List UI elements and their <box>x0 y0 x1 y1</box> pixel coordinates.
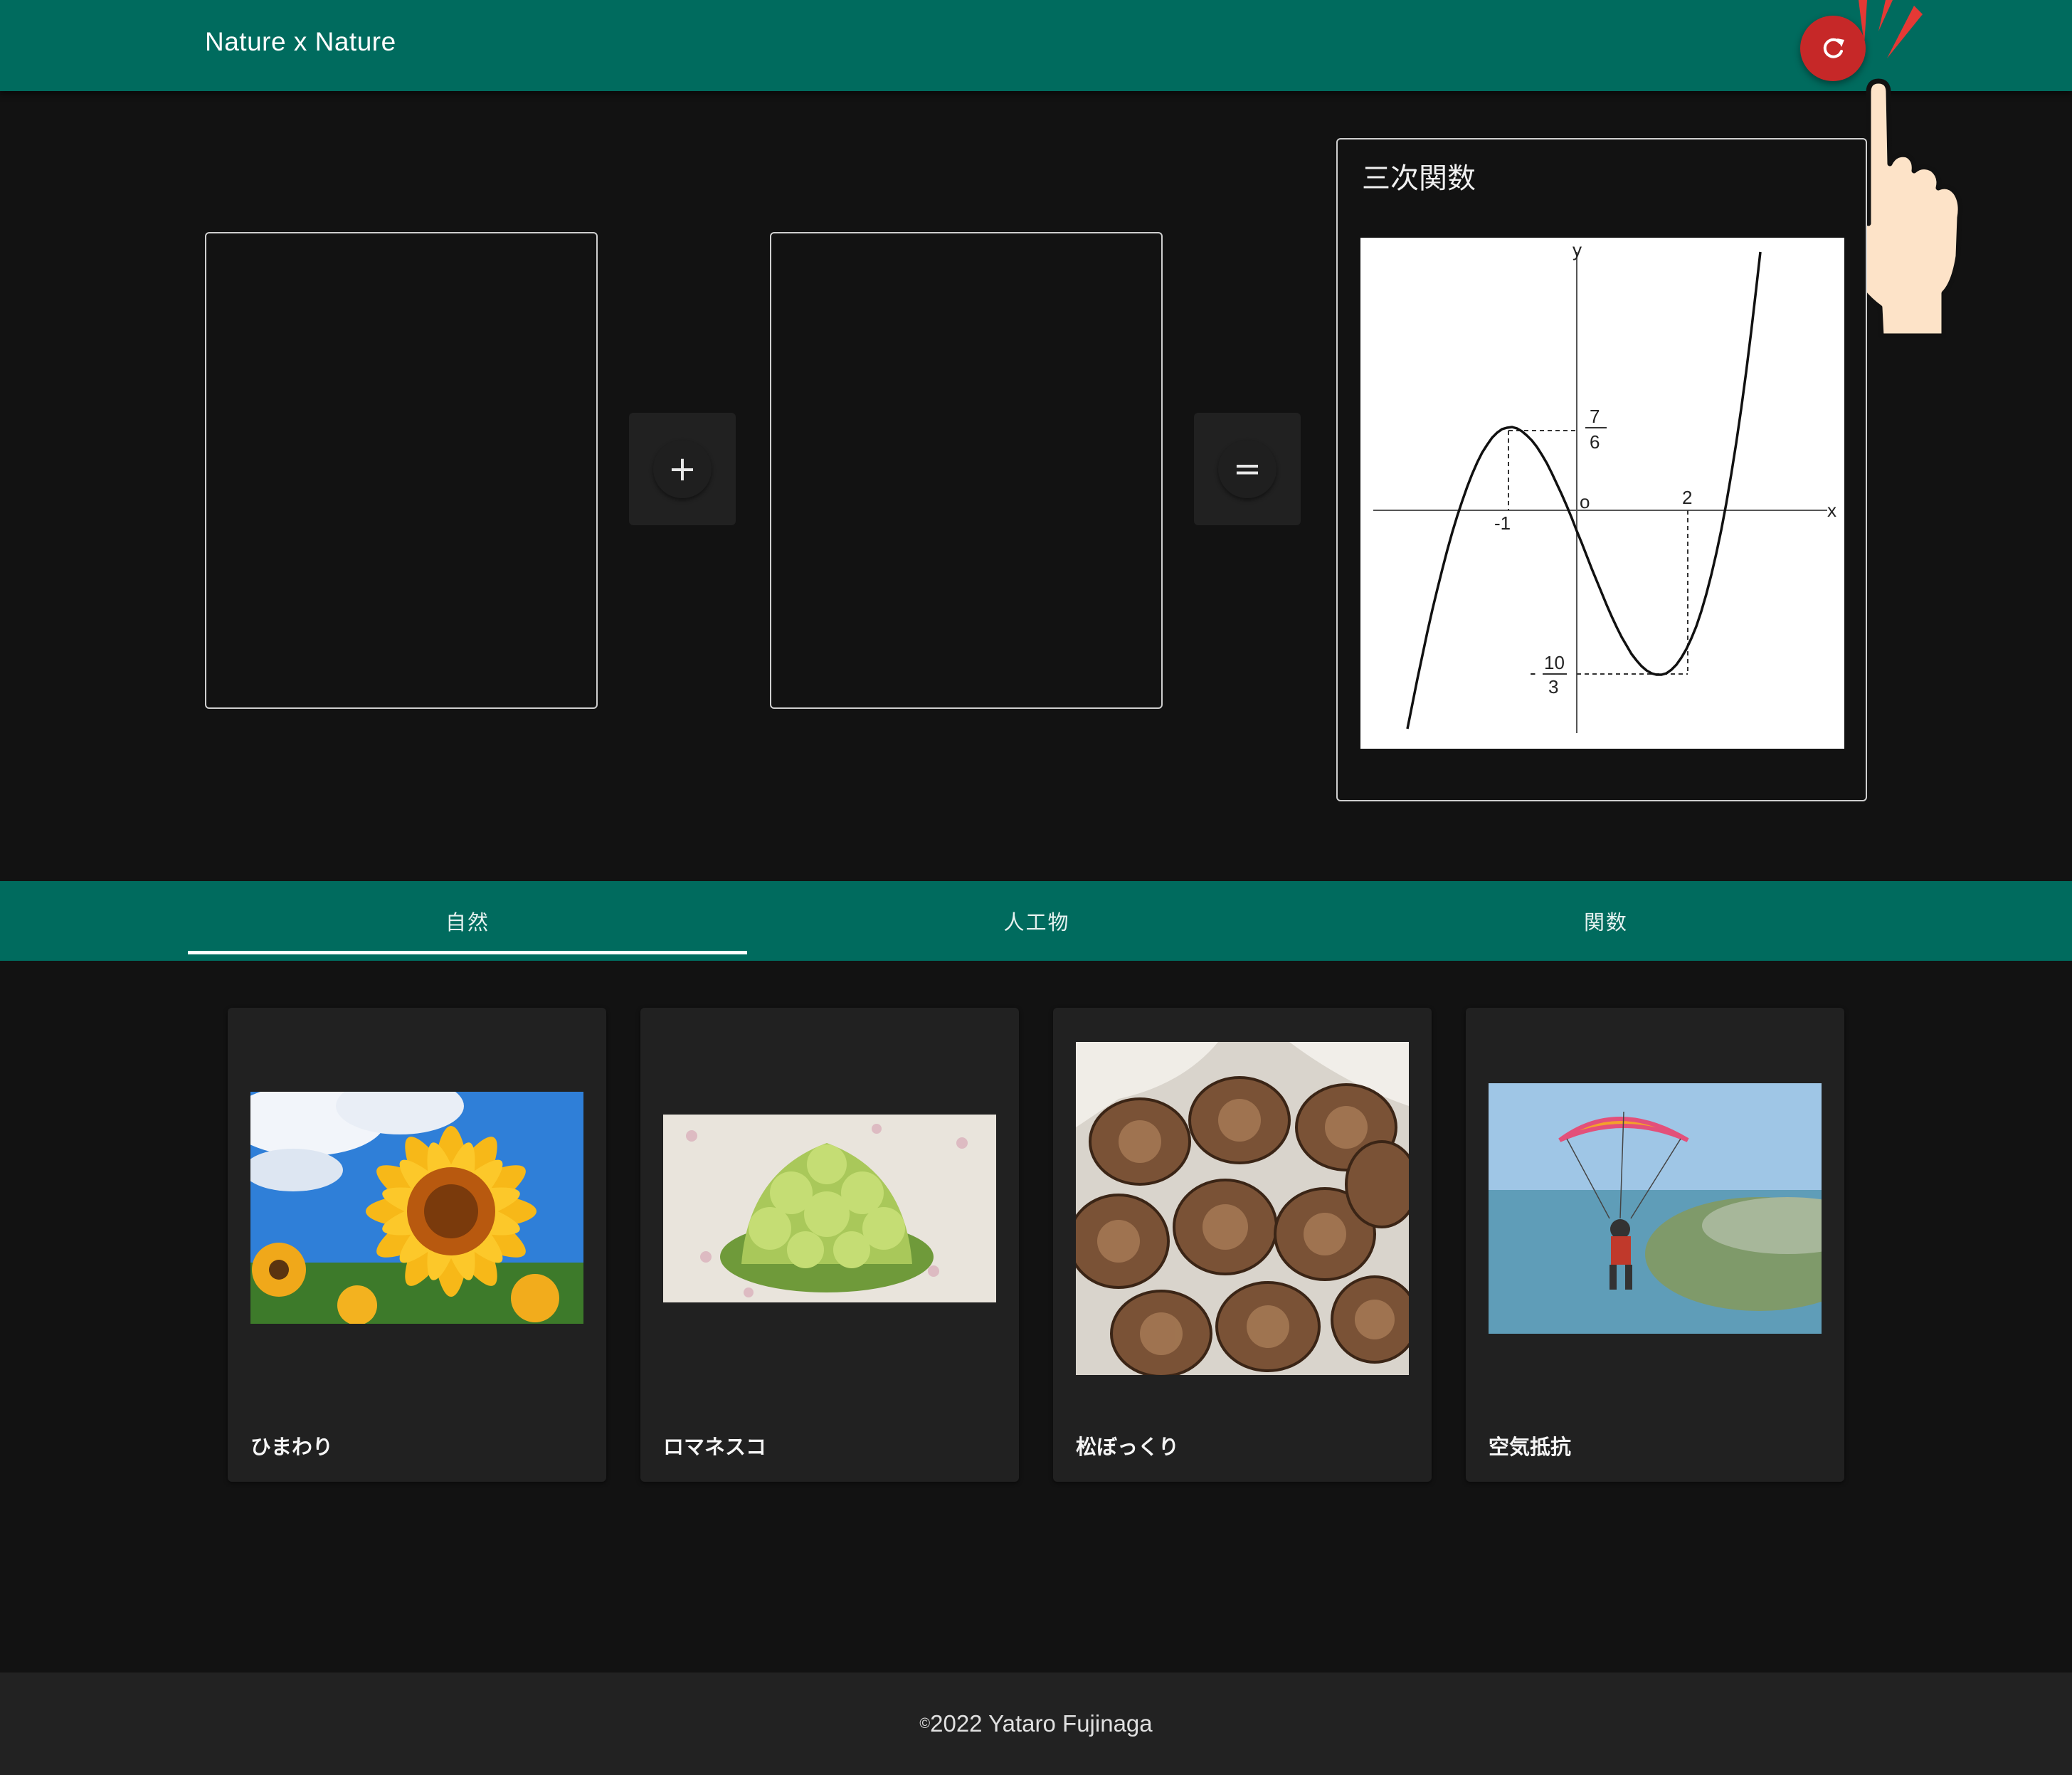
max-value-denominator: 6 <box>1590 431 1600 453</box>
cubic-function-graph: y x o -1 2 7 6 - 10 3 <box>1360 238 1844 749</box>
item-card-air-resistance[interactable]: 空気抵抗 <box>1466 1008 1844 1482</box>
romanesco-image <box>663 1115 996 1302</box>
plus-operator: + <box>629 413 736 525</box>
copyright-symbol: © <box>919 1715 931 1732</box>
card-label: 松ぼっくり <box>1076 1435 1180 1459</box>
footer: © 2022 Yataro Fujinaga <box>0 1673 2072 1775</box>
tick-label-2: 2 <box>1682 487 1692 508</box>
category-tabs: 自然 人工物 関数 <box>0 881 2072 961</box>
footer-text: 2022 Yataro Fujinaga <box>930 1710 1153 1737</box>
origin-label: o <box>1580 491 1590 512</box>
tab-nature[interactable]: 自然 <box>188 881 747 961</box>
result-title: 三次関数 <box>1362 162 1476 195</box>
result-card: 三次関数 y x o -1 2 7 6 - 10 3 <box>1336 138 1867 801</box>
card-label: ロマネスコ <box>663 1435 767 1459</box>
pinecone-image <box>1076 1042 1409 1375</box>
sunflower-image <box>250 1092 583 1324</box>
refresh-icon <box>1823 38 1844 58</box>
equals-operator: = <box>1194 413 1301 525</box>
tick-label-neg1: -1 <box>1494 512 1511 534</box>
min-value-denominator: 3 <box>1548 676 1558 697</box>
item-card-romanesco[interactable]: ロマネスコ <box>640 1008 1019 1482</box>
app-bar: Nature x Nature <box>0 0 2072 91</box>
min-value-numerator: 10 <box>1544 652 1565 673</box>
plus-symbol: + <box>667 449 697 489</box>
x-axis-label: x <box>1827 500 1836 521</box>
app-title: Nature x Nature <box>205 27 396 56</box>
equals-symbol: = <box>1232 449 1262 489</box>
tab-functions[interactable]: 関数 <box>1326 881 1886 961</box>
active-tab-indicator <box>188 951 747 954</box>
min-value-sign: - <box>1530 662 1536 683</box>
first-item-slot[interactable] <box>205 232 598 709</box>
card-label: ひまわり <box>250 1435 334 1459</box>
y-axis-label: y <box>1572 239 1582 260</box>
card-label: 空気抵抗 <box>1489 1435 1572 1459</box>
item-card-pinecone[interactable]: 松ぼっくり <box>1053 1008 1432 1482</box>
second-item-slot[interactable] <box>770 232 1163 709</box>
paraglider-image <box>1489 1083 1822 1334</box>
tab-artificial[interactable]: 人工物 <box>757 881 1316 961</box>
item-card-sunflower[interactable]: ひまわり <box>228 1008 606 1482</box>
max-value-numerator: 7 <box>1590 406 1600 427</box>
cubic-curve <box>1406 251 1762 730</box>
